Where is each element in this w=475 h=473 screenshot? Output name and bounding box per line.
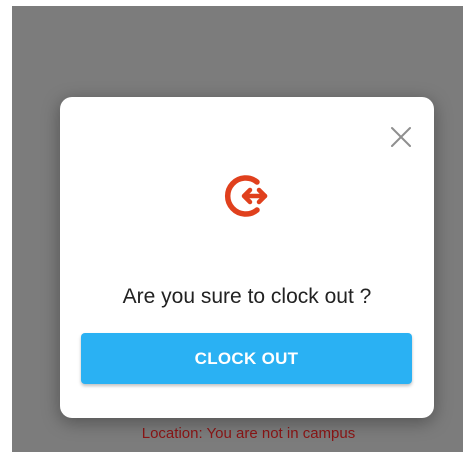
location-status-text: Location: You are not in campus	[141, 425, 356, 442]
clock-out-button[interactable]: CLOCK OUT	[81, 333, 412, 384]
confirm-message: Are you sure to clock out ?	[122, 285, 372, 308]
clock-out-dialog: Are you sure to clock out ? CLOCK OUT	[60, 97, 434, 418]
screen: Location: You are not in campus Are you …	[0, 0, 475, 473]
clock-out-icon	[219, 169, 273, 223]
close-icon	[391, 127, 411, 147]
close-button[interactable]	[389, 125, 413, 149]
